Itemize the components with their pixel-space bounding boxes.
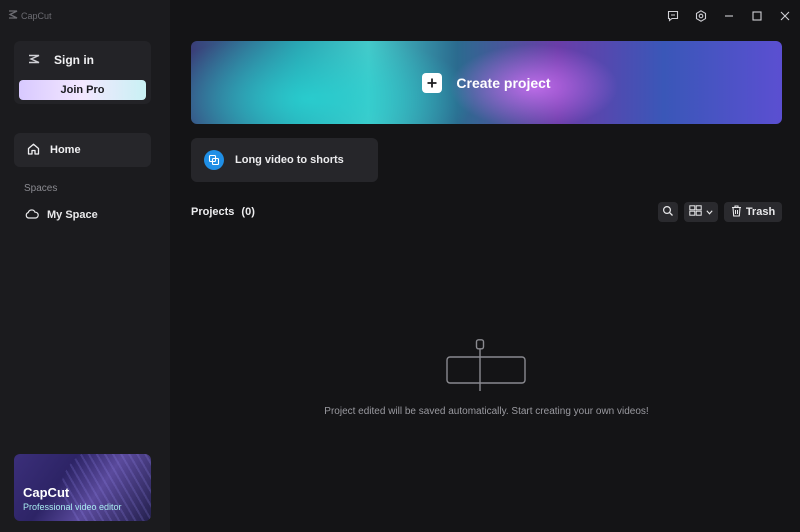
capcut-logo-icon — [8, 10, 18, 21]
trash-button[interactable]: Trash — [724, 202, 782, 222]
plus-icon — [422, 72, 443, 93]
join-pro-button[interactable]: Join Pro — [19, 80, 146, 100]
gear-icon[interactable] — [694, 9, 708, 23]
view-toggle-button[interactable] — [684, 202, 718, 222]
create-project-button[interactable]: Create project — [191, 41, 782, 124]
search-icon — [662, 205, 674, 220]
sidebar-item-my-space[interactable]: My Space — [14, 203, 151, 227]
capcut-avatar-icon — [28, 53, 40, 67]
empty-state-message: Project edited will be saved automatical… — [324, 406, 649, 417]
sidebar-item-label: Home — [50, 144, 81, 156]
projects-toolbar: Trash — [658, 202, 782, 222]
long-video-to-shorts-button[interactable]: Long video to shorts — [191, 138, 378, 182]
home-icon — [27, 143, 40, 158]
account-card: Sign in Join Pro — [14, 41, 151, 104]
sidebar-item-label: My Space — [47, 209, 98, 221]
chevron-down-icon — [706, 206, 713, 218]
trash-label: Trash — [745, 206, 776, 218]
promo-card[interactable]: CapCut Professional video editor — [14, 454, 151, 521]
feedback-icon[interactable] — [666, 9, 680, 23]
cloud-icon — [25, 208, 39, 222]
sidebar-item-home[interactable]: Home — [14, 133, 151, 167]
app-name: CapCut — [21, 10, 52, 21]
trash-icon — [731, 204, 742, 220]
sign-in-button[interactable]: Sign in — [28, 53, 94, 67]
maximize-icon[interactable] — [750, 9, 764, 23]
long-video-label: Long video to shorts — [235, 154, 344, 166]
app-logo: CapCut — [8, 10, 52, 21]
projects-label: Projects — [191, 206, 235, 218]
promo-title: CapCut — [23, 485, 70, 500]
create-project-label: Create project — [456, 74, 551, 91]
window-controls — [666, 9, 792, 23]
spaces-heading: Spaces — [24, 183, 58, 194]
grid-view-icon — [689, 205, 702, 219]
projects-heading: Projects (0) — [191, 206, 255, 218]
projects-count: (0) — [241, 206, 255, 218]
sign-in-label: Sign in — [54, 53, 94, 67]
sidebar: CapCut Sign in Join Pro Home Spaces My S… — [0, 0, 170, 532]
capcut-window: CapCut Sign in Join Pro Home Spaces My S… — [0, 0, 800, 532]
minimize-icon[interactable] — [722, 9, 736, 23]
shorts-icon — [204, 150, 224, 170]
empty-timeline-icon — [446, 339, 526, 391]
promo-subtitle: Professional video editor — [23, 502, 122, 512]
search-button[interactable] — [658, 202, 678, 222]
close-icon[interactable] — [778, 9, 792, 23]
